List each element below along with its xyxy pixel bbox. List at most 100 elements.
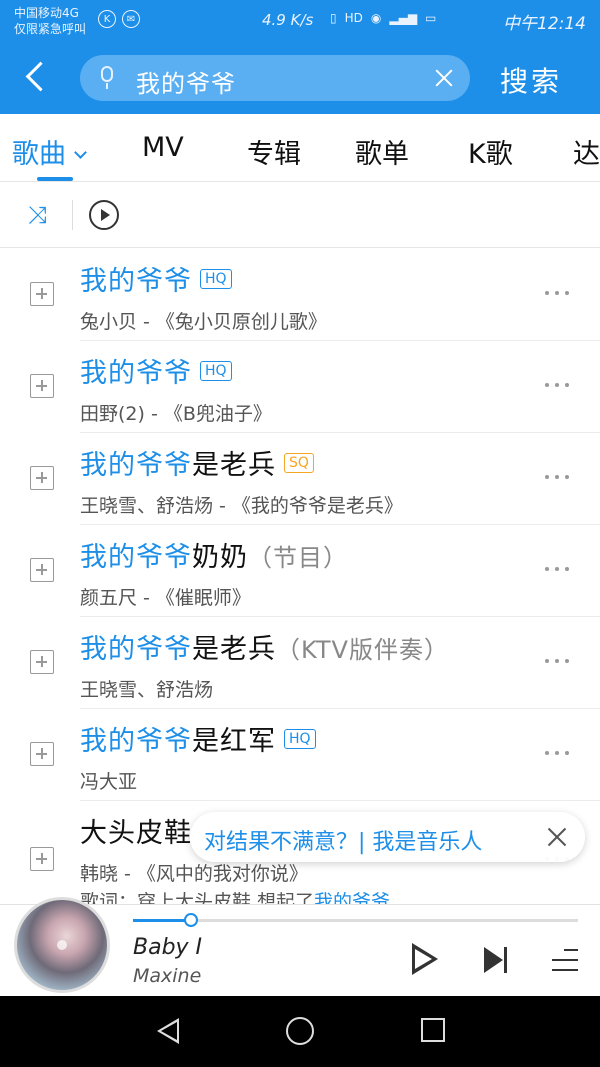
list-item[interactable]: 我的爷爷奶奶（节目） 颜五尺 - 《催眠师》 [0,525,600,617]
list-item[interactable]: 我的爷爷是红军 HQ 冯大亚 [0,709,600,801]
more-icon[interactable] [545,567,571,571]
title-rest: 是老兵 [192,634,276,665]
add-icon[interactable] [30,558,54,582]
close-icon[interactable] [547,827,567,847]
add-icon[interactable] [30,466,54,490]
song-title: 我的爷爷是老兵 SQ [80,443,314,482]
add-icon[interactable] [30,282,54,306]
search-header: 我的爷爷 搜索 [0,42,600,114]
title-rest: 是红军 [192,726,276,757]
now-playing-title: Baby I [133,935,203,960]
now-playing-artist: Maxine [133,965,202,987]
list-item[interactable]: 我的爷爷是老兵（KTV版伴奏） 王晓雪、舒浩炀 [0,617,600,709]
title-highlight: 我的爷爷 [80,542,192,573]
quality-badge: HQ [284,728,316,749]
quality-badge: HQ [200,360,232,381]
search-query[interactable]: 我的爷爷 [136,64,236,99]
carrier-name: 中国移动4G [14,6,79,20]
lyric-text: 歌词：穿上大头皮鞋 想起了 [80,891,315,904]
album-cover[interactable] [14,897,110,993]
tab-label: 歌曲 [12,139,66,170]
back-arrow-icon[interactable] [22,60,52,96]
mini-player[interactable]: Baby I Maxine [0,897,600,996]
clock: 中午12:14 [503,14,586,34]
divider [72,200,73,230]
active-tab-indicator [37,177,73,181]
more-icon[interactable] [545,383,571,387]
song-title: 大头皮鞋 [80,811,192,850]
title-rest: 大头皮鞋 [80,818,192,849]
wechat-notification-icon: ✉ [122,10,140,28]
emergency-only-label: 仅限紧急呼叫 [14,22,87,36]
nav-back-icon[interactable] [155,1018,181,1044]
play-icon[interactable] [412,943,440,977]
song-artist-album: 田野(2) - 《B兜油子》 [80,403,272,425]
add-icon[interactable] [30,847,54,871]
more-icon[interactable] [545,291,571,295]
title-rest: 是老兵 [192,450,276,481]
progress-knob[interactable] [183,913,198,927]
list-item[interactable]: 我的爷爷是老兵 SQ 王晓雪、舒浩炀 - 《我的爷爷是老兵》 [0,433,600,525]
song-artist-album: 冯大亚 [80,771,138,793]
nav-recents-icon[interactable] [421,1018,445,1042]
kugou-notification-icon: K [98,10,116,28]
more-icon[interactable] [545,475,571,479]
feedback-toast[interactable]: 对结果不满意？| 我是音乐人 [190,812,585,862]
list-toolbar: ⤨ [0,182,600,248]
song-title: 我的爷爷 HQ [80,259,232,298]
tab-albums[interactable]: 专辑 [247,132,301,171]
tab-playlists[interactable]: 歌单 [355,132,409,171]
carrier-info: 中国移动4G 仅限紧急呼叫 [14,5,86,37]
tab-songs[interactable]: 歌曲 [12,132,87,171]
song-title: 我的爷爷 HQ [80,351,232,390]
title-extra: （节目） [248,544,348,572]
system-nav-bar [0,996,600,1067]
song-title: 我的爷爷奶奶（节目） [80,535,348,574]
battery-icon: ▭ [425,11,437,25]
song-title: 我的爷爷是老兵（KTV版伴奏） [80,627,449,666]
song-artist-album: 王晓雪、舒浩炀 - 《我的爷爷是老兵》 [80,495,403,517]
playback-progress[interactable] [133,913,578,927]
song-results-list: 我的爷爷 HQ 兔小贝 - 《兔小贝原创儿歌》 我的爷爷 HQ 田野(2) - 《B… [0,249,600,904]
notification-icons: K ✉ [98,10,140,28]
title-highlight: 我的爷爷 [80,358,192,389]
tab-karaoke[interactable]: K歌 [468,132,513,171]
feedback-text[interactable]: 对结果不满意？| 我是音乐人 [204,824,482,856]
status-bar: 中国移动4G 仅限紧急呼叫 K ✉ 4.9 K/s ▯ HD ◉ ▂▄▆ ▭ 中… [0,0,600,42]
voice-search-icon[interactable] [96,66,120,90]
title-rest: 奶奶 [192,542,248,573]
search-button[interactable]: 搜索 [500,60,562,100]
song-artist-album: 韩晓 - 《风中的我对你说》 [80,863,308,885]
song-artist-album: 王晓雪、舒浩炀 [80,679,214,701]
category-tabs: 歌曲 MV 专辑 歌单 K歌 达 [0,114,600,182]
shuffle-icon[interactable]: ⤨ [28,202,56,228]
list-item[interactable]: 我的爷爷 HQ 田野(2) - 《B兜油子》 [0,341,600,433]
more-icon[interactable] [545,659,571,663]
playlist-queue-icon[interactable] [552,947,578,973]
add-icon[interactable] [30,742,54,766]
tab-more[interactable]: 达 [573,132,600,171]
signal-icon: ▂▄▆ [389,11,418,25]
title-highlight: 我的爷爷 [80,634,192,665]
next-track-icon[interactable] [484,947,510,973]
title-highlight: 我的爷爷 [80,266,192,297]
song-title: 我的爷爷是红军 HQ [80,719,316,758]
title-extra: （KTV版伴奏） [276,636,449,664]
song-artist-album: 兔小贝 - 《兔小贝原创儿歌》 [80,311,327,333]
add-icon[interactable] [30,374,54,398]
play-circle-icon[interactable] [89,200,119,230]
nav-home-icon[interactable] [286,1017,314,1045]
more-icon[interactable] [545,751,571,755]
song-artist-album: 颜五尺 - 《催眠师》 [80,587,251,609]
quality-badge: HQ [200,268,232,289]
search-input[interactable]: 我的爷爷 [80,55,470,101]
lyric-highlight: 我的爷爷 [314,891,391,904]
add-icon[interactable] [30,650,54,674]
hd-icon: HD [344,11,363,25]
eye-icon: ◉ [370,11,382,25]
system-icons: ▯ HD ◉ ▂▄▆ ▭ [330,11,436,25]
list-item[interactable]: 我的爷爷 HQ 兔小贝 - 《兔小贝原创儿歌》 [0,249,600,341]
title-highlight: 我的爷爷 [80,726,192,757]
clear-search-icon[interactable] [434,68,454,88]
tab-mv[interactable]: MV [142,132,184,163]
